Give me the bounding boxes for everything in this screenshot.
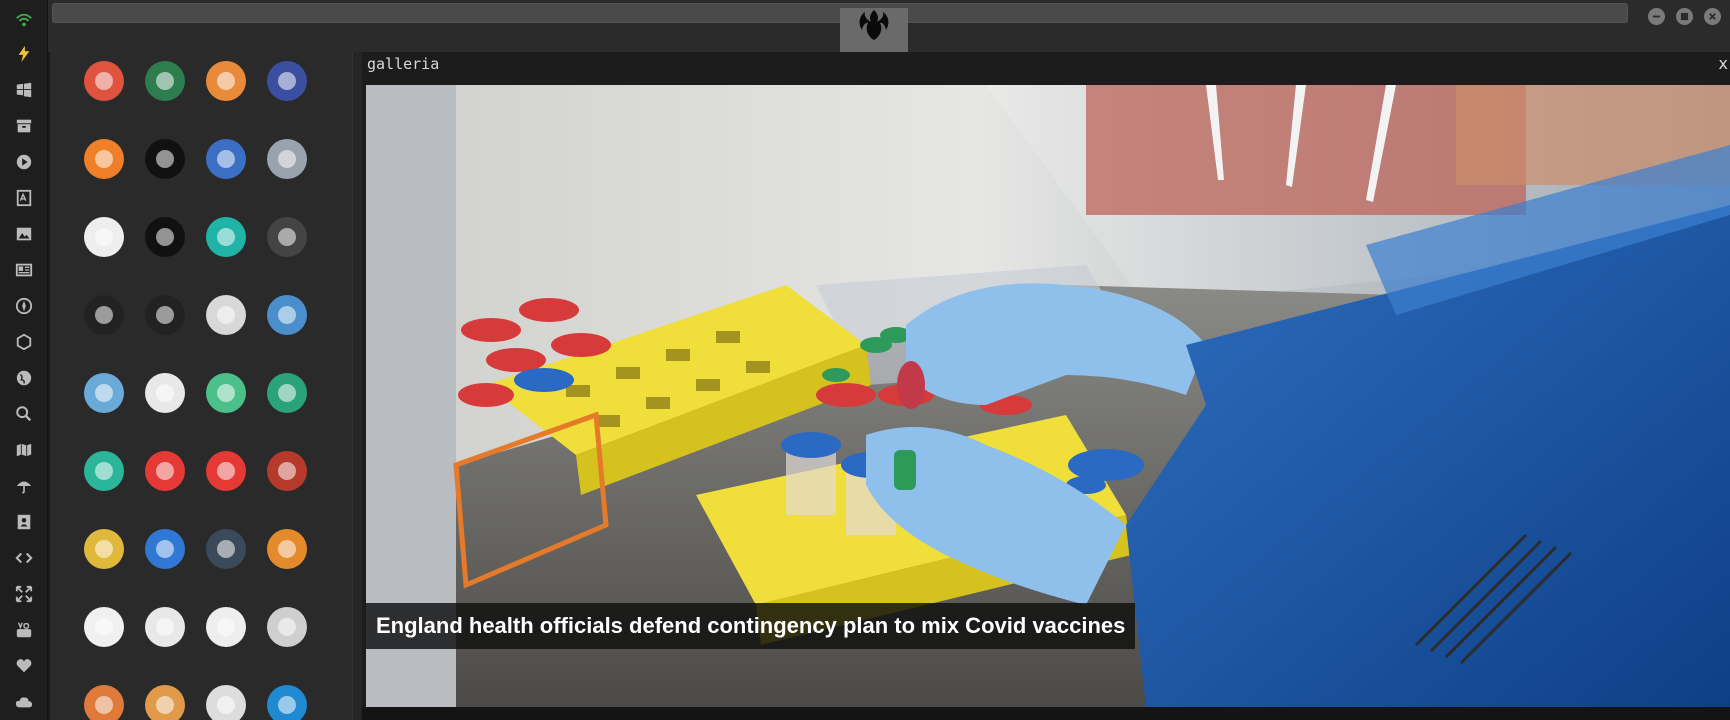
video-app-icon[interactable] <box>267 373 307 413</box>
globe-icon[interactable] <box>12 366 36 390</box>
bolt-icon[interactable] <box>12 42 36 66</box>
browser-globe-app-icon[interactable] <box>206 139 246 179</box>
keyboard-app-icon[interactable] <box>267 607 307 647</box>
document-app-icon[interactable] <box>84 685 124 720</box>
fullscreen-icon[interactable] <box>12 582 36 606</box>
search-app-icon[interactable] <box>206 61 246 101</box>
rebel-alliance-logo-tab[interactable] <box>840 8 908 52</box>
top-bar <box>48 0 1730 52</box>
shell-app-icon[interactable] <box>145 217 185 257</box>
search-icon[interactable] <box>12 402 36 426</box>
news-icon[interactable] <box>12 258 36 282</box>
media-player-app-icon[interactable] <box>84 451 124 491</box>
maximize-button[interactable] <box>1676 8 1693 25</box>
reader-app-icon[interactable] <box>145 373 185 413</box>
umbrella-icon[interactable] <box>12 474 36 498</box>
translate-app-icon[interactable] <box>145 529 185 569</box>
wikipedia-app-icon[interactable] <box>206 295 246 335</box>
file-cabinet-app-icon[interactable] <box>267 139 307 179</box>
gallery-caption: England health officials defend continge… <box>366 603 1136 649</box>
music-app-icon[interactable] <box>206 373 246 413</box>
gallery-bottom-strip <box>362 707 1730 720</box>
hexagon-icon[interactable] <box>12 330 36 354</box>
hourglass-app-icon[interactable] <box>267 61 307 101</box>
contacts-icon[interactable] <box>12 510 36 534</box>
image-icon[interactable] <box>12 222 36 246</box>
world-map-app-icon[interactable] <box>267 295 307 335</box>
gallery-window: galleria x England health officials defe… <box>362 52 1730 720</box>
calculator-app-icon[interactable] <box>206 529 246 569</box>
close-button[interactable] <box>1704 8 1721 25</box>
play-icon[interactable] <box>12 150 36 174</box>
close-red-app-icon[interactable] <box>206 451 246 491</box>
gallery-title: galleria <box>367 55 440 73</box>
photo-gallery-app-icon[interactable] <box>267 529 307 569</box>
translate-book-icon[interactable] <box>12 186 36 210</box>
app-launcher-panel <box>50 52 352 720</box>
left-dock <box>0 0 48 720</box>
chemistry-app-icon[interactable] <box>84 607 124 647</box>
wifi-icon[interactable] <box>12 8 36 32</box>
github-app-icon[interactable] <box>267 217 307 257</box>
warning-app-icon[interactable] <box>84 61 124 101</box>
picture-app-icon[interactable] <box>145 685 185 720</box>
gallery-close-button[interactable]: x <box>1718 54 1728 73</box>
death-star-app-icon[interactable] <box>145 295 185 335</box>
c3po-app-icon[interactable] <box>84 529 124 569</box>
starfleet-app-icon[interactable] <box>84 295 124 335</box>
ironman-app-icon[interactable] <box>267 451 307 491</box>
youtube-icon[interactable] <box>12 618 36 642</box>
vscode-app-icon[interactable] <box>267 685 307 720</box>
cloud-icon[interactable] <box>12 690 36 714</box>
heart-icon[interactable] <box>12 654 36 678</box>
sublime-app-icon[interactable] <box>84 139 124 179</box>
library-app-icon[interactable] <box>84 373 124 413</box>
yandex-app-icon[interactable] <box>145 61 185 101</box>
terminal-app-icon[interactable] <box>145 139 185 179</box>
code-icon[interactable] <box>12 546 36 570</box>
window-app-icon[interactable] <box>84 217 124 257</box>
windows-icon[interactable] <box>12 78 36 102</box>
map-icon[interactable] <box>12 438 36 462</box>
archive-icon[interactable] <box>12 114 36 138</box>
sigma-app-icon[interactable] <box>145 607 185 647</box>
presentation-app-icon[interactable] <box>206 685 246 720</box>
youtube-app-icon[interactable] <box>145 451 185 491</box>
panel-scrollbar[interactable] <box>352 52 362 720</box>
cloud-lock-app-icon[interactable] <box>206 217 246 257</box>
binary-app-icon[interactable] <box>206 607 246 647</box>
rebel-icon[interactable] <box>12 294 36 318</box>
minimize-button[interactable] <box>1648 8 1665 25</box>
rebel-alliance-logo-icon <box>859 10 889 40</box>
